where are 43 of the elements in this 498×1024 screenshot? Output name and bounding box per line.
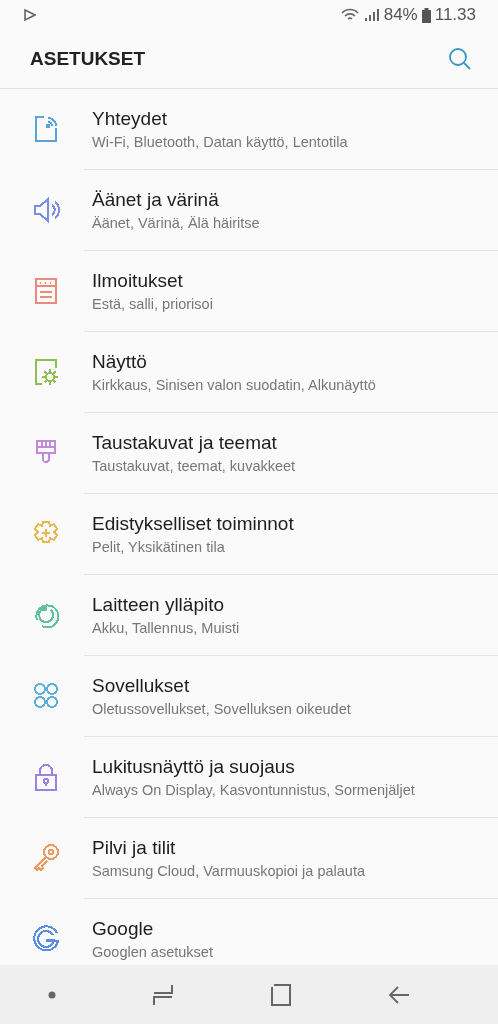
dot-icon[interactable]	[48, 990, 56, 999]
item-title: Yhteydet	[92, 108, 168, 130]
item-subtitle: Oletussovellukset, Sovelluksen oikeudet	[92, 701, 351, 717]
back-icon[interactable]	[388, 983, 410, 1006]
wifi-icon	[339, 8, 360, 22]
item-subtitle: Pelit, Yksikätinen tila	[92, 539, 226, 555]
settings-item[interactable]: Taustakuvat ja teemat Taustakuvat, teemat, kuvakkeet	[84, 413, 498, 494]
item-subtitle: Googlen asetukset	[92, 944, 213, 960]
item-subtitle: Äänet, Värinä, Älä häiritse	[92, 215, 260, 231]
item-subtitle: Wi-Fi, Bluetooth, Datan käyttö, Lentotila	[92, 134, 348, 150]
settings-item[interactable]: Äänet ja värinä Äänet, Värinä, Älä häiritse	[84, 170, 498, 251]
signal-icon	[363, 8, 380, 22]
settings-item[interactable]: Pilvi ja tilit Samsung Cloud, Varmuuskopioi ja palauta	[84, 818, 498, 899]
recent-apps-icon[interactable]	[152, 982, 174, 1007]
settings-item[interactable]: Lukitusnäyttö ja suojaus Always On Display, Kasvontunnistus, Sormenjäljet	[84, 737, 498, 818]
item-subtitle: Estä, salli, priorisoi	[92, 296, 213, 312]
settings-item[interactable]: Yhteydet Wi-Fi, Bluetooth, Datan käyttö, Lentotila	[84, 89, 498, 170]
battery-level: 84%	[383, 5, 418, 25]
item-title: Taustakuvat ja teemat	[92, 432, 278, 454]
item-title: Ilmoitukset	[92, 270, 184, 292]
item-subtitle: Kirkkaus, Sinisen valon suodatin, Alkunäyttö	[92, 377, 376, 393]
item-title: Edistykselliset toiminnot	[92, 513, 294, 535]
battery-icon	[421, 7, 431, 23]
item-subtitle: Akku, Tallennus, Muisti	[92, 620, 240, 636]
settings-item[interactable]: Edistykselliset toiminnot Pelit, Yksikätinen tila	[84, 494, 498, 575]
screen-title: ASETUKSET	[30, 48, 147, 70]
settings-item[interactable]: Laitteen ylläpito Akku, Tallennus, Muisti	[84, 575, 498, 656]
settings-item[interactable]: Ilmoitukset Estä, salli, priorisoi	[84, 251, 498, 332]
item-subtitle: Samsung Cloud, Varmuuskopioi ja palauta	[92, 863, 365, 879]
item-title: Näyttö	[92, 351, 148, 373]
home-icon[interactable]	[270, 982, 292, 1007]
item-title: Lukitusnäyttö ja suojaus	[92, 756, 296, 778]
item-title: Pilvi ja tilit	[92, 837, 177, 859]
item-title: Sovellukset	[92, 675, 191, 697]
settings-item[interactable]: Näyttö Kirkkaus, Sinisen valon suodatin, Alkunäyttö	[84, 332, 498, 413]
search-icon[interactable]	[448, 47, 472, 71]
item-subtitle: Always On Display, Kasvontunnistus, Sormenjäljet	[92, 782, 415, 798]
item-subtitle: Taustakuvat, teemat, kuvakkeet	[92, 458, 296, 474]
clock: 11.33	[434, 5, 476, 25]
item-title: Google	[92, 918, 155, 940]
item-title: Äänet ja värinä	[92, 189, 220, 211]
settings-item[interactable]: Sovellukset Oletussovellukset, Sovelluksen oikeudet	[84, 656, 498, 737]
item-title: Laitteen ylläpito	[92, 594, 226, 616]
